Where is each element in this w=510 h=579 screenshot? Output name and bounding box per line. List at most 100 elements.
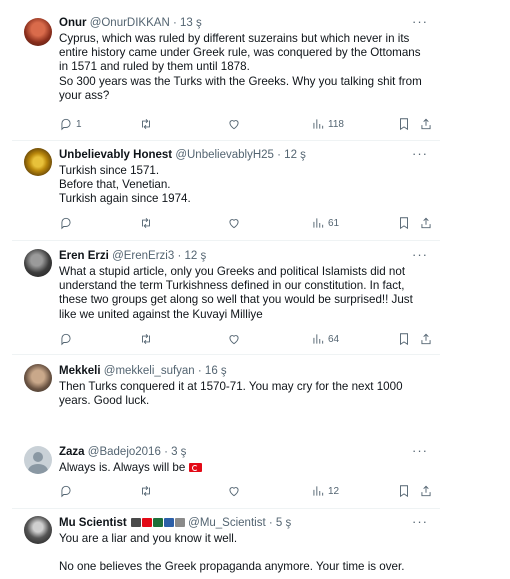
reply-button[interactable] xyxy=(59,332,73,346)
handle[interactable]: @Mu_Scientist xyxy=(188,517,266,529)
tweet-text: Then Turks conquered it at 1570-71. You … xyxy=(59,380,406,408)
share-icon xyxy=(421,118,431,130)
tweet-text: Turkish since 1571. Before that, Venetia… xyxy=(59,164,191,206)
tweet-header: Unbelievably Honest @UnbelievablyH25 · 1… xyxy=(59,148,426,163)
tweet-feed: Onur @OnurDIKKAN · 13 ş Cyprus, which wa… xyxy=(12,0,440,410)
handle[interactable]: @Badejo2016 xyxy=(88,446,161,458)
handle[interactable]: @OnurDIKKAN xyxy=(90,17,170,29)
tweet-feed: Zaza @Badejo2016 · 3 ş Always is. Always… xyxy=(12,438,440,579)
tweet-actions: 1 118 xyxy=(59,117,433,133)
like-button[interactable] xyxy=(227,332,241,346)
like-button[interactable] xyxy=(227,484,241,498)
avatar[interactable] xyxy=(24,18,52,46)
timestamp[interactable]: · 13 ş xyxy=(173,17,202,29)
more-options-button[interactable]: ··· xyxy=(412,443,428,458)
tweet-text: What a stupid article, only you Greeks a… xyxy=(59,265,417,321)
views-icon xyxy=(313,486,324,496)
share-icon xyxy=(421,217,431,229)
share-button[interactable] xyxy=(419,216,433,230)
tweet[interactable]: Onur @OnurDIKKAN · 13 ş Cyprus, which wa… xyxy=(12,0,440,141)
like-button[interactable] xyxy=(227,117,241,131)
bookmark-icon xyxy=(400,485,408,498)
view-count: 61 xyxy=(328,217,340,229)
bookmark-button[interactable] xyxy=(397,332,411,346)
avatar[interactable] xyxy=(24,516,52,544)
display-name[interactable]: Zaza xyxy=(59,446,85,458)
view-count: 12 xyxy=(328,485,340,497)
retweet-button[interactable] xyxy=(139,117,153,131)
more-options-button[interactable]: ··· xyxy=(412,514,428,529)
tweet-text-body: Always is. Always will be xyxy=(59,461,186,474)
reply-icon xyxy=(61,333,71,346)
bookmark-button[interactable] xyxy=(397,484,411,498)
avatar[interactable] xyxy=(24,148,52,176)
tweet[interactable]: Eren Erzi @ErenErzi3 · 12 ş What a stupi… xyxy=(12,240,440,355)
handle[interactable]: @ErenErzi3 xyxy=(112,250,174,262)
like-icon xyxy=(229,219,239,229)
tweet[interactable]: Zaza @Badejo2016 · 3 ş Always is. Always… xyxy=(12,438,440,509)
display-name[interactable]: Mu Scientist xyxy=(59,517,127,529)
like-button[interactable] xyxy=(227,216,241,230)
tweet-text: Always is. Always will be xyxy=(59,461,426,475)
bookmark-icon xyxy=(400,333,408,346)
reply-icon xyxy=(61,485,71,498)
retweet-icon xyxy=(142,119,150,129)
timestamp[interactable]: · 12 ş xyxy=(277,149,306,161)
views-icon xyxy=(313,119,324,129)
avatar[interactable] xyxy=(24,364,52,392)
views-button[interactable]: 61 xyxy=(311,216,339,230)
reply-button[interactable] xyxy=(59,216,73,230)
retweet-button[interactable] xyxy=(139,332,153,346)
badge-icon xyxy=(130,518,141,527)
retweet-button[interactable] xyxy=(139,216,153,230)
views-icon xyxy=(313,218,324,228)
turkey-flag-icon xyxy=(188,463,202,472)
retweet-icon xyxy=(142,334,150,344)
retweet-icon xyxy=(142,486,150,496)
share-button[interactable] xyxy=(419,117,433,131)
timestamp[interactable]: · 12 ş xyxy=(177,250,206,262)
avatar[interactable] xyxy=(24,249,52,277)
tweet-actions: 12 xyxy=(59,484,433,500)
handle[interactable]: @mekkeli_sufyan xyxy=(104,365,195,377)
display-name[interactable]: Eren Erzi xyxy=(59,250,109,262)
more-options-button[interactable]: ··· xyxy=(412,247,428,262)
views-icon xyxy=(313,334,324,344)
display-name[interactable]: Onur xyxy=(59,17,86,29)
timestamp[interactable]: · 3 ş xyxy=(164,446,186,458)
bookmark-button[interactable] xyxy=(397,216,411,230)
share-icon xyxy=(421,333,431,345)
turkey-flag-icon xyxy=(141,518,152,527)
handle[interactable]: @UnbelievablyH25 xyxy=(175,149,274,161)
tweet-header: Zaza @Badejo2016 · 3 ş xyxy=(59,445,426,460)
tweet[interactable]: Mu Scientist @Mu_Scientist · 5 ş You are… xyxy=(12,508,440,579)
tweet[interactable]: Mekkeli @mekkeli_sufyan · 16 ş Then Turk… xyxy=(12,354,440,410)
share-icon xyxy=(421,485,431,497)
share-button[interactable] xyxy=(419,332,433,346)
tweet[interactable]: Unbelievably Honest @UnbelievablyH25 · 1… xyxy=(12,140,440,241)
more-options-button[interactable]: ··· xyxy=(412,146,428,161)
views-button[interactable]: 118 xyxy=(311,117,344,131)
views-button[interactable]: 12 xyxy=(311,484,339,498)
more-options-button[interactable]: ··· xyxy=(412,14,428,29)
retweet-icon xyxy=(142,218,150,228)
views-button[interactable]: 64 xyxy=(311,332,339,346)
tweet-actions: 61 xyxy=(59,216,433,232)
bookmark-button[interactable] xyxy=(397,117,411,131)
display-name[interactable]: Unbelievably Honest xyxy=(59,149,172,161)
timestamp[interactable]: · 5 ş xyxy=(269,517,291,529)
retweet-button[interactable] xyxy=(139,484,153,498)
reply-button[interactable]: 1 xyxy=(59,117,82,131)
reply-button[interactable] xyxy=(59,484,73,498)
view-count: 118 xyxy=(328,118,344,130)
share-button[interactable] xyxy=(419,484,433,498)
flag-icon xyxy=(163,518,174,527)
avatar[interactable] xyxy=(24,446,52,474)
display-name[interactable]: Mekkeli xyxy=(59,365,101,377)
reply-icon xyxy=(61,217,71,230)
default-avatar-icon xyxy=(33,452,43,462)
tweet-actions: 64 xyxy=(59,332,433,348)
tweet-header: Mu Scientist @Mu_Scientist · 5 ş xyxy=(59,516,426,531)
reply-count: 1 xyxy=(76,118,82,130)
timestamp[interactable]: · 16 ş xyxy=(198,365,227,377)
